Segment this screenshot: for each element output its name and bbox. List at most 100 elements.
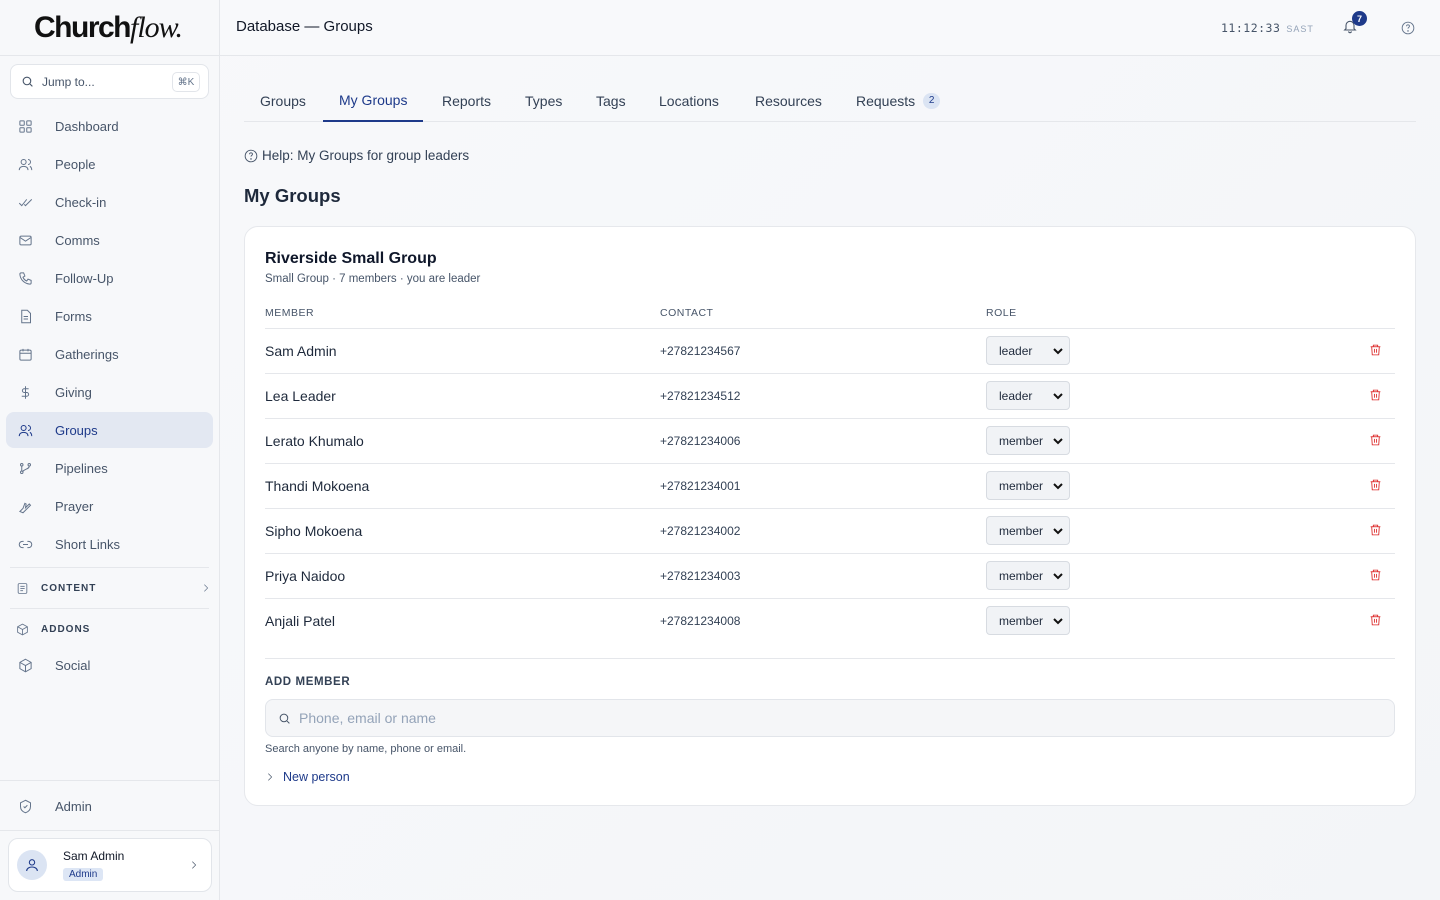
sidebar-item-label: Comms [55,232,100,248]
cube-icon [19,658,32,672]
sidebar-item-gatherings[interactable]: Gatherings [6,336,213,372]
remove-member-button[interactable] [1369,433,1383,447]
role-badge: Admin [63,867,104,881]
chevron-down-icon [1053,528,1063,535]
member-contact: +27821234001 [660,479,741,493]
role-select[interactable]: member [986,471,1070,500]
sidebar-item-giving[interactable]: Giving [6,374,213,410]
logo-text-italic: flow. [130,10,183,44]
sidebar-item-label: People [55,156,96,172]
clock: 11:12:33 SAST [1221,21,1314,35]
remove-member-button[interactable] [1369,568,1383,582]
sidebar-item-follow-up[interactable]: Follow-Up [6,260,213,296]
group-subtitle: Small Group · 7 members · you are leader [265,273,481,285]
remove-member-button[interactable] [1369,388,1383,402]
tab-types[interactable]: Types [509,80,578,121]
add-member-search-input[interactable]: Phone, email or name [265,699,1395,737]
role-select[interactable]: member [986,516,1070,545]
sidebar-item-label: Pipelines [55,460,108,476]
role-value: member [999,568,1044,583]
user-name: Sam Admin [63,848,125,863]
tab-reports[interactable]: Reports [426,80,507,121]
sidebar-item-groups[interactable]: Groups [6,412,213,448]
role-select[interactable]: leader [986,336,1070,365]
remove-member-button[interactable] [1369,478,1383,492]
sidebar-nav: Dashboard People Check-in Comms Follow-U… [0,108,219,564]
trash-icon [1370,479,1381,491]
table-row: Sam Admin +27821234567 leader [265,328,1395,373]
notifications-button[interactable]: 7 [1342,11,1367,36]
column-header-role: ROLE [986,307,1017,319]
document-icon [21,309,31,323]
chevron-down-icon [1053,483,1063,490]
avatar [17,850,47,880]
section-label: ADDONS [41,623,91,635]
remove-member-button[interactable] [1369,523,1383,537]
role-select[interactable]: member [986,606,1070,635]
member-name: Lerato Khumalo [265,433,364,449]
role-select[interactable]: leader [986,381,1070,410]
add-member-placeholder: Phone, email or name [299,710,436,726]
trash-icon [1370,434,1381,446]
sidebar-item-dashboard[interactable]: Dashboard [6,108,213,144]
table-row: Lea Leader +27821234512 leader [265,373,1395,418]
remove-member-button[interactable] [1369,343,1383,357]
role-value: member [999,523,1044,538]
section-content[interactable]: CONTENT [10,568,213,608]
sidebar-item-label: Social [55,657,91,673]
member-name: Sam Admin [265,343,337,359]
app-logo[interactable]: Church flow. [0,0,219,56]
sidebar-item-label: Follow-Up [55,270,114,286]
sidebar-item-social[interactable]: Social [6,647,213,683]
remove-member-button[interactable] [1369,613,1383,627]
sidebar: Church flow. Jump to... ⌘K Dashboard Peop… [0,0,220,900]
chevron-down-icon [1053,393,1063,400]
clock-time: 11:12:33 [1221,21,1281,35]
tab-groups[interactable]: Groups [244,80,322,121]
member-name: Thandi Mokoena [265,478,370,494]
help-circle-icon [244,149,258,162]
sidebar-item-admin[interactable]: Admin [6,788,213,824]
search-icon [22,76,33,87]
tab-label: My Groups [339,92,408,108]
grid-icon [19,119,32,133]
divider [0,780,219,781]
section-label: CONTENT [41,582,97,594]
help-button[interactable] [1401,21,1415,35]
tab-label: Types [525,92,563,109]
user-menu[interactable]: Sam Admin Admin [8,838,212,892]
table-row: Thandi Mokoena +27821234001 member [265,463,1395,508]
page-breadcrumb: Database — Groups [236,18,373,35]
chevron-right-icon [192,861,197,869]
sidebar-item-comms[interactable]: Comms [6,222,213,258]
sidebar-item-check-in[interactable]: Check-in [6,184,213,220]
tab-my-groups[interactable]: My Groups [323,80,424,122]
tab-resources[interactable]: Resources [739,80,838,121]
role-select[interactable]: member [986,561,1070,590]
jump-to-search[interactable]: Jump to... ⌘K [10,64,209,99]
chevron-right-icon [204,584,209,592]
member-contact: +27821234512 [660,389,741,403]
new-person-toggle[interactable]: New person [265,770,350,784]
table-row: Anjali Patel +27821234008 member [265,598,1395,643]
sidebar-item-short-links[interactable]: Short Links [6,526,213,562]
admin-nav: Admin [0,788,219,826]
cube-icon [17,623,28,635]
member-contact: +27821234002 [660,524,741,538]
sidebar-item-people[interactable]: People [6,146,213,182]
column-header-member: MEMBER [265,307,315,319]
sidebar-item-forms[interactable]: Forms [6,298,213,334]
sidebar-item-pipelines[interactable]: Pipelines [6,450,213,486]
sidebar-item-prayer[interactable]: Prayer [6,488,213,524]
tab-tags[interactable]: Tags [580,80,642,121]
tab-label: Reports [442,92,492,109]
tab-label: Requests [856,92,916,109]
chevron-down-icon [1053,618,1063,625]
sidebar-item-label: Short Links [55,536,121,552]
tab-requests[interactable]: Requests 2 [840,80,956,121]
tab-locations[interactable]: Locations [643,80,735,121]
role-value: member [999,613,1044,628]
help-link[interactable]: Help: My Groups for group leaders [244,148,469,163]
requests-count-badge: 2 [923,92,941,109]
role-select[interactable]: member [986,426,1070,455]
